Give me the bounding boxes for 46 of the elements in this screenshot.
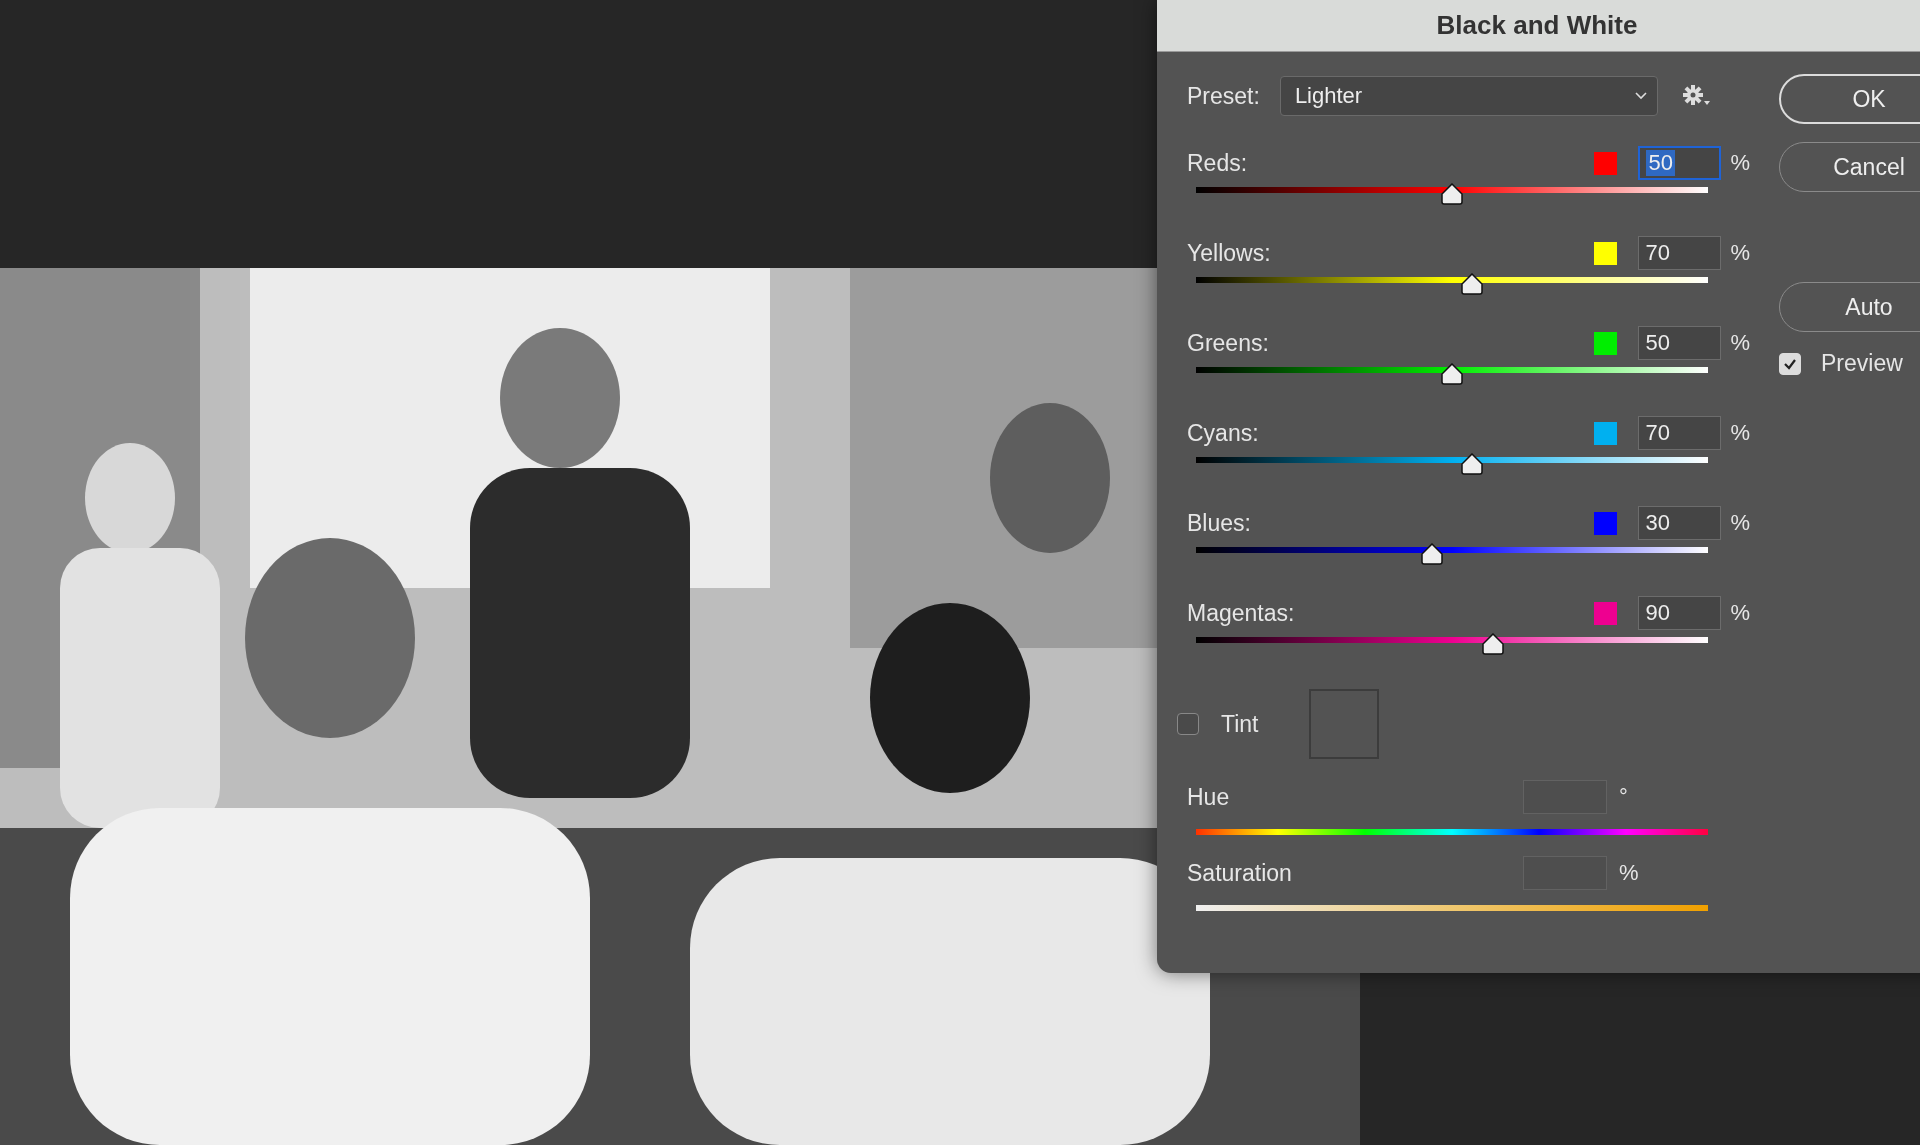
slider-thumb[interactable] (1480, 633, 1505, 655)
value-input[interactable]: 50 (1638, 146, 1722, 180)
tint-label: Tint (1221, 710, 1260, 738)
settings-icon[interactable] (1681, 84, 1712, 108)
channel-label: Magentas: (1187, 599, 1296, 627)
percent-label: % (1730, 330, 1750, 356)
saturation-label: Saturation (1187, 859, 1293, 887)
channel-label: Reds: (1187, 149, 1249, 177)
hue-label: Hue (1187, 783, 1231, 811)
value-text: 70 (1645, 240, 1670, 266)
percent-label: % (1730, 420, 1750, 446)
chevron-icon (1634, 92, 1647, 100)
tint-checkbox[interactable] (1177, 713, 1199, 735)
percent-label: % (1730, 510, 1750, 536)
value-text: 50 (1645, 330, 1670, 356)
degree-label: ° (1619, 784, 1628, 810)
value-input[interactable]: 70 (1638, 236, 1722, 270)
preset-label: Preset: (1187, 82, 1260, 110)
slider-thumb[interactable] (1440, 363, 1464, 385)
value-text: 90 (1645, 600, 1670, 626)
window-title: Black and White (1436, 10, 1638, 41)
channel-label: Cyans: (1187, 419, 1260, 447)
dialog-button[interactable]: Cancel (1779, 142, 1920, 192)
percent-label: % (1619, 860, 1639, 886)
value-text: 70 (1645, 420, 1670, 446)
preview-label: Preview (1821, 350, 1903, 377)
dialog-button[interactable]: OK (1779, 74, 1920, 124)
value-input[interactable]: 30 (1638, 506, 1722, 540)
slider-thumb[interactable] (1460, 273, 1485, 295)
channel-label: Blues: (1187, 509, 1252, 537)
value-input[interactable]: 50 (1638, 326, 1722, 360)
percent-label: % (1730, 600, 1750, 626)
preview-checkbox[interactable] (1779, 352, 1801, 375)
value-input[interactable]: 70 (1638, 416, 1722, 450)
channel-label: Yellows: (1187, 239, 1272, 267)
dialog-button[interactable]: Auto (1779, 282, 1920, 332)
percent-label: % (1730, 150, 1750, 176)
preset-dropdown[interactable]: Lighter (1279, 76, 1658, 116)
value-input[interactable]: 90 (1638, 596, 1722, 630)
value-text: 30 (1645, 510, 1670, 536)
slider-thumb[interactable] (1460, 453, 1485, 475)
slider-thumb[interactable] (1440, 183, 1464, 205)
percent-label: % (1730, 240, 1750, 266)
slider-thumb[interactable] (1419, 543, 1444, 565)
value-text: 50 (1646, 150, 1675, 176)
channel-label: Greens: (1187, 329, 1270, 357)
